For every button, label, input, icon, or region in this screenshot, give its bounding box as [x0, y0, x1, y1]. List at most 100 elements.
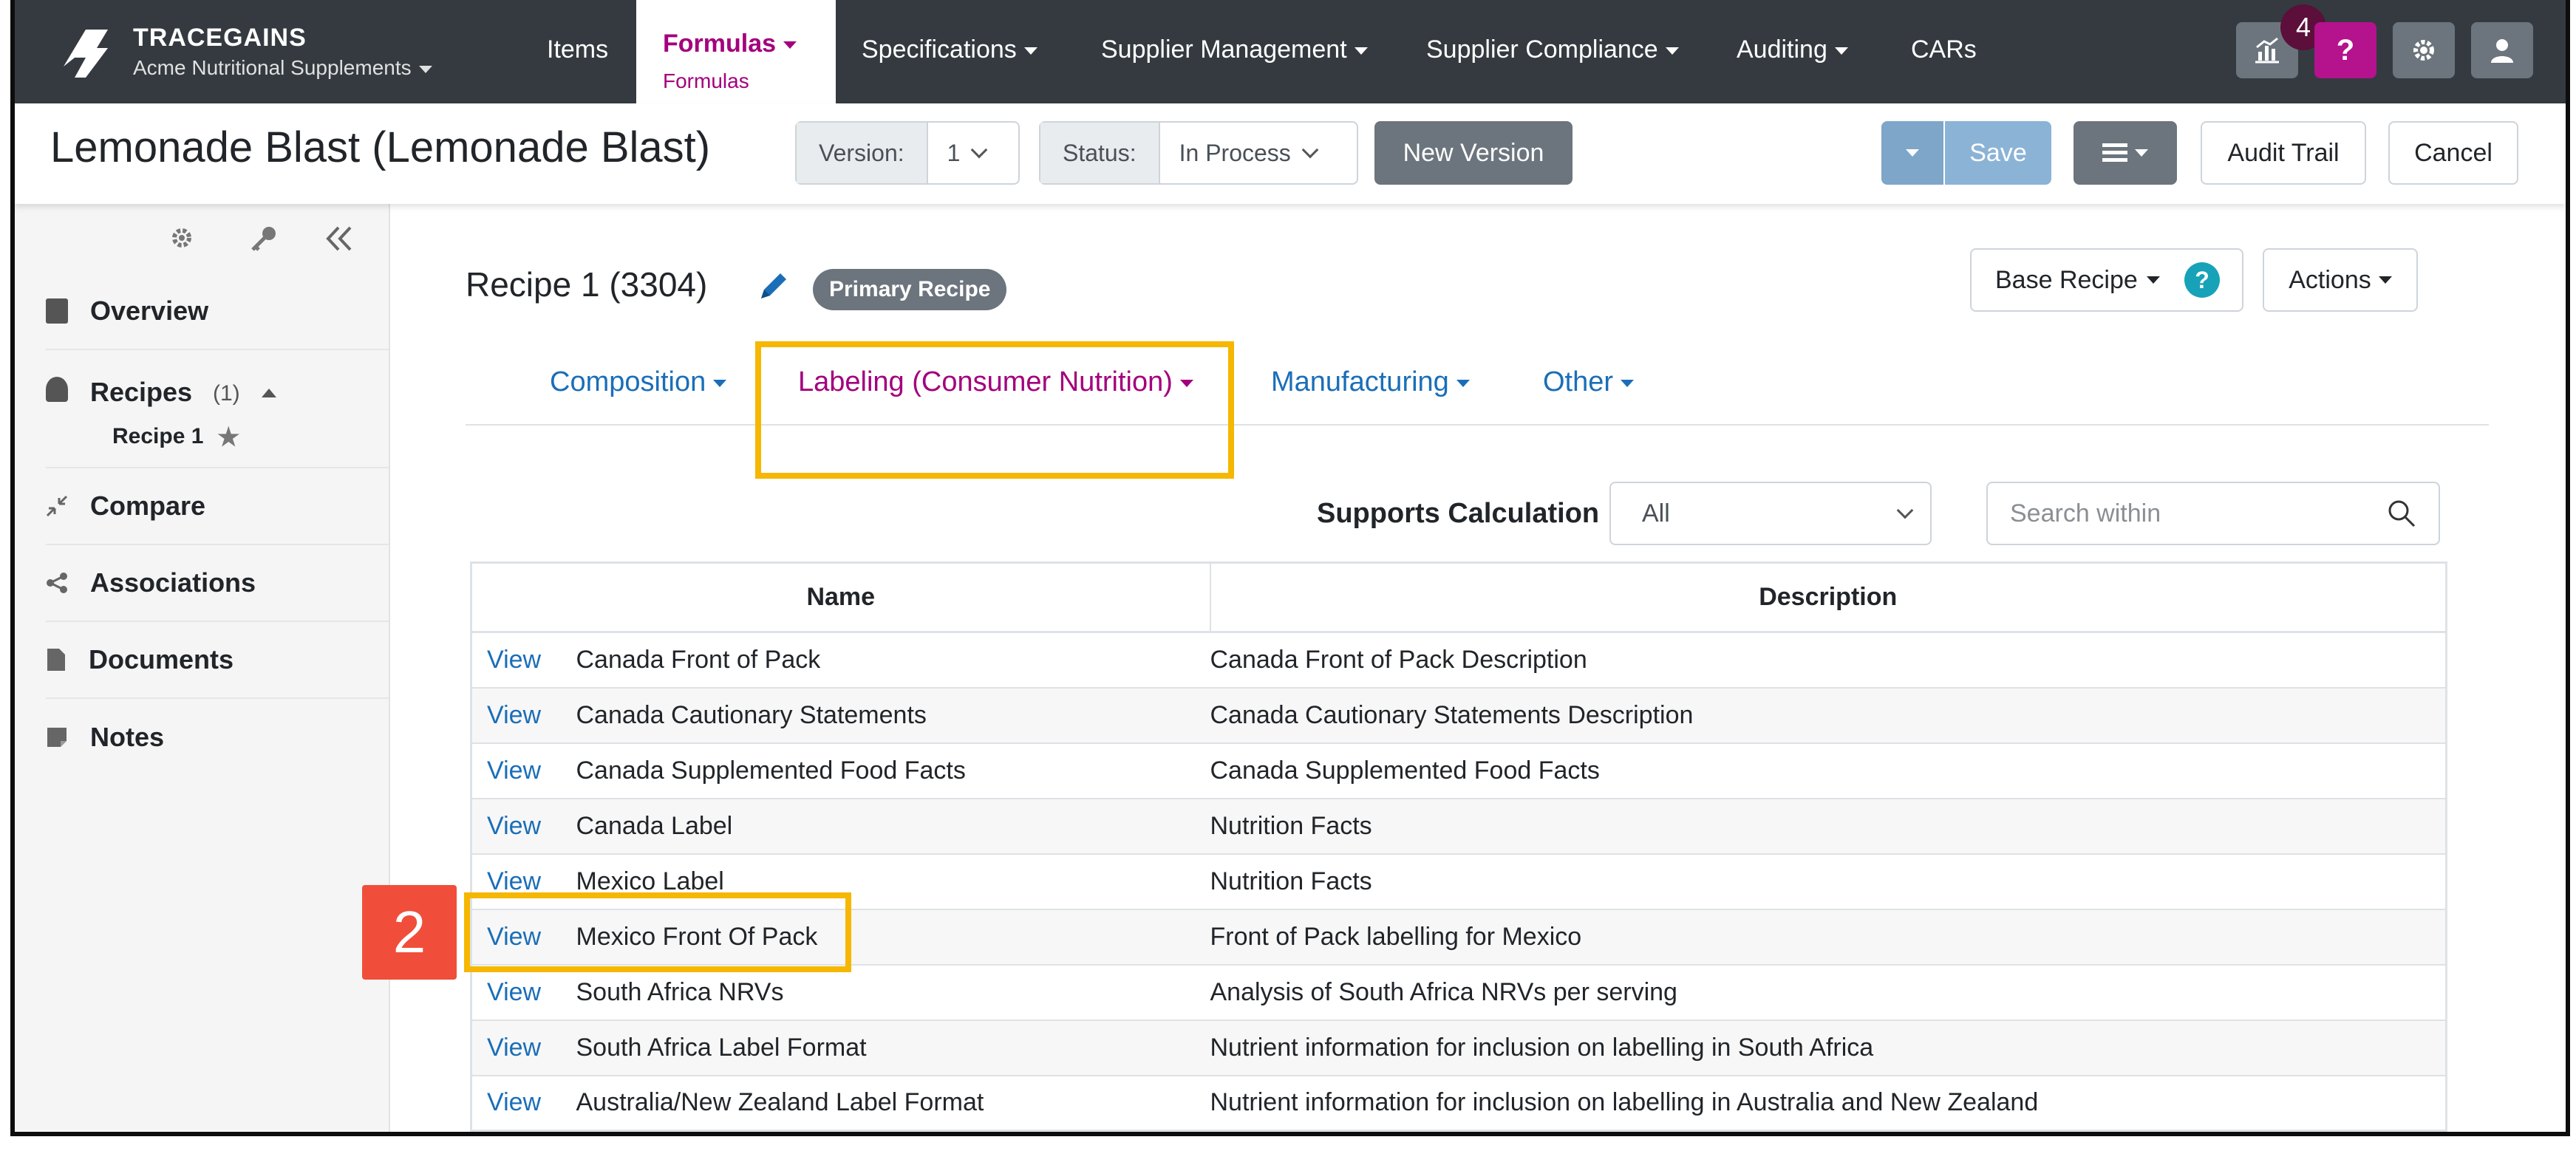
supports-calculation-select[interactable]: All	[1609, 482, 1932, 545]
row-description: Canada Cautionary Statements Description	[1210, 687, 2447, 744]
view-link[interactable]: View	[471, 687, 560, 744]
nav-formulas-label: Formulas	[663, 30, 777, 58]
cancel-button[interactable]: Cancel	[2388, 121, 2518, 185]
sidebar-item-associations[interactable]: Associations	[46, 545, 389, 622]
view-link[interactable]: View	[471, 1075, 560, 1132]
tab-manufacturing[interactable]: Manufacturing	[1271, 366, 1470, 398]
sidebar-item-label: Notes	[90, 722, 165, 752]
nav-specifications[interactable]: Specifications	[862, 35, 1037, 64]
nav-specifications-label: Specifications	[862, 35, 1017, 64]
sidebar: Overview Recipes (1) Recipe 1 ★ Compare …	[15, 204, 390, 1132]
sidebar-item-documents[interactable]: Documents	[46, 622, 389, 699]
menu-button[interactable]	[2074, 121, 2177, 185]
new-version-button[interactable]: New Version	[1374, 121, 1572, 185]
save-button[interactable]: Save	[1945, 121, 2051, 185]
tab-manufacturing-label: Manufacturing	[1271, 366, 1449, 397]
pencil-icon[interactable]	[755, 267, 792, 304]
row-name: Canada Supplemented Food Facts	[559, 742, 1210, 799]
share-icon	[47, 573, 67, 593]
actions-button[interactable]: Actions	[2263, 248, 2418, 312]
nav-supplier-compliance[interactable]: Supplier Compliance	[1426, 35, 1679, 64]
supports-calculation-label: Supports Calculation	[1317, 498, 1600, 529]
sidebar-item-overview[interactable]: Overview	[46, 273, 389, 350]
sidebar-item-label: Overview	[90, 296, 209, 326]
caret-down-icon	[2135, 149, 2148, 157]
caret-down-icon	[2378, 276, 2392, 284]
brand-name[interactable]: TRACEGAINS	[133, 24, 307, 52]
sidebar-subitem-recipe-1[interactable]: Recipe 1	[112, 424, 203, 449]
status-select[interactable]: Status: In Process	[1039, 121, 1358, 185]
version-select[interactable]: Version: 1	[795, 121, 1020, 185]
nav-formulas[interactable]: Formulas Formulas	[636, 0, 836, 103]
supports-calculation-value: All	[1642, 499, 1670, 527]
tab-other[interactable]: Other	[1543, 366, 1635, 398]
step-number-badge: 2	[362, 885, 457, 980]
base-recipe-button[interactable]: Base Recipe ?	[1970, 248, 2243, 312]
row-description: Canada Front of Pack Description	[1210, 632, 2447, 689]
table-row: View Canada Label Nutrition Facts	[471, 798, 2447, 855]
nav-formulas-sublabel: Formulas	[663, 69, 749, 92]
table-row: View South Africa Label Format Nutrient in…	[471, 1019, 2447, 1076]
org-switcher[interactable]: Acme Nutritional Supplements	[133, 56, 432, 80]
caret-down-icon	[1354, 47, 1368, 55]
nav-supplier-management-label: Supplier Management	[1101, 35, 1347, 64]
caret-down-icon	[1665, 47, 1679, 55]
record-header: Lemonade Blast (Lemonade Blast) Version:…	[15, 103, 2566, 204]
table-row: View Canada Cautionary Statements Canada C…	[471, 687, 2447, 744]
view-link[interactable]: View	[471, 964, 560, 1021]
caret-up-icon[interactable]	[262, 389, 276, 397]
clipboard-icon	[46, 298, 68, 324]
sidebar-item-notes[interactable]: Notes	[46, 699, 389, 776]
view-link[interactable]: View	[471, 742, 560, 799]
sidebar-item-label: Associations	[90, 567, 256, 598]
chevron-down-icon	[1896, 502, 1914, 519]
primary-recipe-badge: Primary Recipe	[813, 269, 1007, 310]
sidebar-item-compare[interactable]: Compare	[46, 468, 389, 545]
nav-supplier-management[interactable]: Supplier Management	[1101, 35, 1368, 64]
status-value: In Process	[1179, 139, 1291, 166]
star-icon[interactable]: ★	[217, 423, 239, 452]
tracegains-logo[interactable]	[56, 22, 115, 81]
menu-icon	[2102, 143, 2127, 162]
user-button[interactable]	[2471, 22, 2533, 78]
row-description: Front of Pack labelling for Mexico	[1210, 909, 2447, 966]
column-header-description[interactable]: Description	[1210, 562, 2447, 633]
row-name: Canada Cautionary Statements	[559, 687, 1210, 744]
gear-icon	[2413, 40, 2434, 61]
row-name: South Africa Label Format	[559, 1019, 1210, 1076]
version-label: Version:	[797, 123, 928, 183]
nav-items[interactable]: Items	[547, 35, 608, 64]
key-icon[interactable]	[250, 225, 278, 253]
user-icon	[2491, 39, 2513, 63]
gear-icon[interactable]	[168, 225, 195, 251]
caret-down-icon	[1834, 47, 1848, 55]
chevron-down-icon	[971, 141, 988, 159]
sidebar-item-label: Documents	[89, 644, 234, 674]
sidebar-item-recipes[interactable]: Recipes (1) Recipe 1 ★	[46, 350, 389, 468]
version-value: 1	[947, 139, 961, 166]
column-header-name[interactable]: Name	[471, 562, 1211, 633]
help-icon[interactable]: ?	[2184, 262, 2220, 298]
help-button[interactable]: ?	[2314, 22, 2376, 78]
view-link[interactable]: View	[471, 632, 560, 689]
recipe-icon	[46, 377, 68, 402]
collapse-icon[interactable]	[325, 226, 355, 251]
search-input[interactable]: Search within	[1986, 482, 2440, 545]
caret-down-icon	[2146, 276, 2160, 284]
table-body: View Canada Front of Pack Canada Front of …	[471, 632, 2447, 1132]
save-options-button[interactable]	[1881, 121, 1943, 185]
table-row: View South Africa NRVs Analysis of South A…	[471, 964, 2447, 1021]
nav-cars[interactable]: CARs	[1911, 35, 1977, 64]
caret-down-icon	[1621, 379, 1635, 387]
caret-down-icon	[783, 41, 797, 49]
nav-auditing[interactable]: Auditing	[1737, 35, 1848, 64]
main-content: Recipe 1 (3304) Primary Recipe Base Reci…	[362, 204, 2566, 1132]
view-link[interactable]: View	[471, 1019, 560, 1076]
top-navbar: TRACEGAINS Acme Nutritional Supplements …	[15, 0, 2566, 103]
audit-trail-button[interactable]: Audit Trail	[2201, 121, 2366, 185]
settings-button[interactable]	[2393, 22, 2455, 78]
tab-composition[interactable]: Composition	[550, 366, 727, 398]
table-row: View Australia/New Zealand Label Format Nu…	[471, 1075, 2447, 1132]
view-link[interactable]: View	[471, 798, 560, 855]
row-name: Australia/New Zealand Label Format	[559, 1075, 1210, 1132]
